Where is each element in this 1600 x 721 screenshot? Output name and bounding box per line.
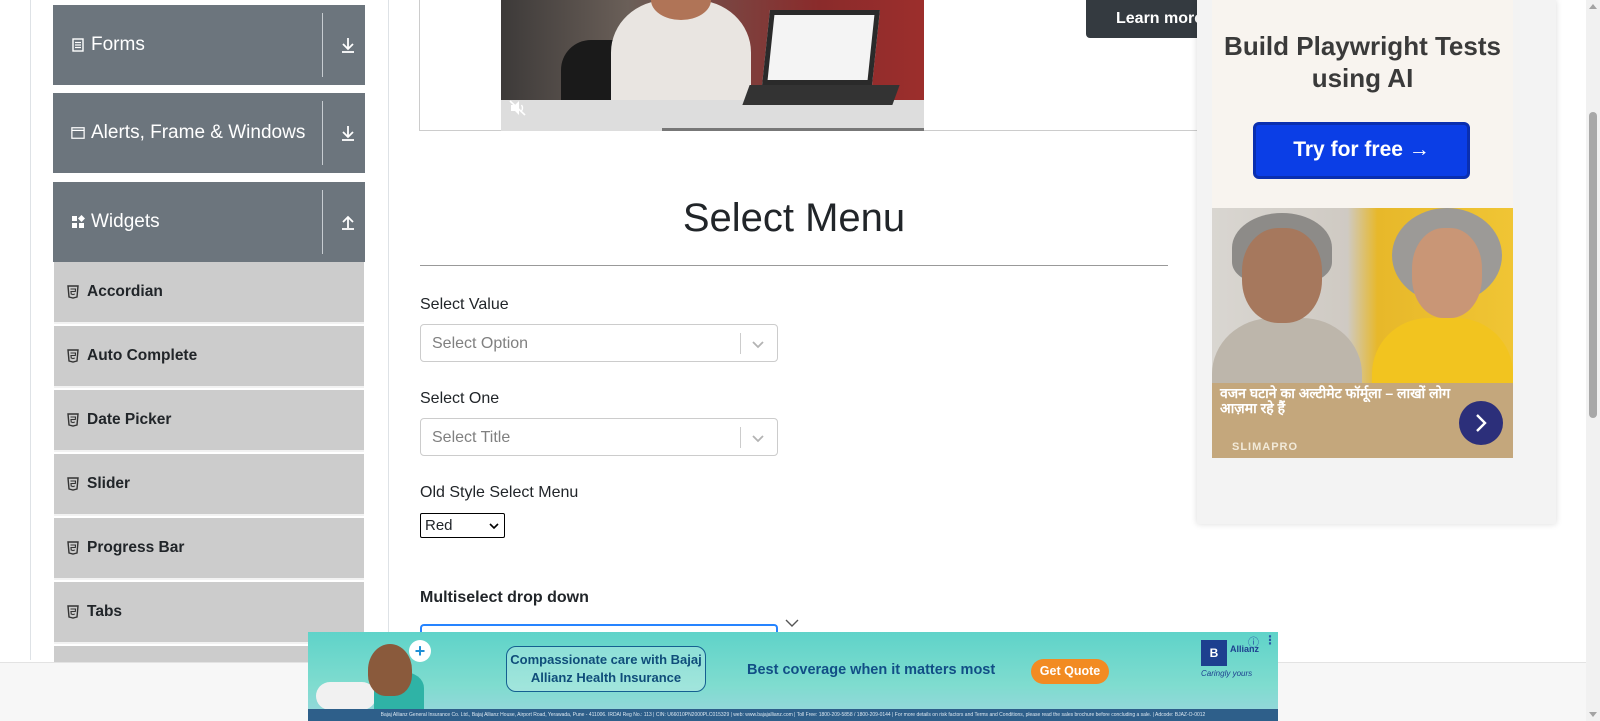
- divider: [322, 13, 323, 77]
- medical-cross-icon: +: [409, 640, 431, 662]
- ad-nurse-head: [368, 644, 412, 696]
- get-quote-button[interactable]: Get Quote: [1031, 659, 1109, 684]
- scroll-thumb[interactable]: [1589, 112, 1597, 418]
- content-border: [388, 0, 389, 660]
- title-divider: [420, 265, 1168, 266]
- sidebar-item-label: Tabs: [87, 603, 123, 620]
- sidebar-item-date-picker[interactable]: Date Picker: [54, 390, 364, 452]
- form-icon: [71, 38, 85, 52]
- chevron-down-icon[interactable]: [748, 334, 768, 354]
- select-one-label: Select One: [420, 390, 500, 407]
- divider: [322, 101, 323, 165]
- chevron-right-icon[interactable]: [1459, 401, 1503, 445]
- video-ad[interactable]: [501, 0, 924, 131]
- select-one-dropdown[interactable]: Select Title: [420, 418, 778, 456]
- photo-person-left-face: [1242, 228, 1322, 323]
- expand-arrow-icon[interactable]: [336, 32, 360, 58]
- collapse-arrow-icon[interactable]: [336, 209, 360, 235]
- select-value-label: Select Value: [420, 296, 509, 313]
- divider: [740, 427, 741, 448]
- widgets-icon: [71, 215, 85, 229]
- sidebar-item-label: Slider: [87, 475, 131, 492]
- sidebar-item-auto-complete[interactable]: Auto Complete: [54, 326, 364, 388]
- sidebar-item-label: Date Picker: [87, 411, 172, 428]
- try-for-free-button[interactable]: Try for free →: [1253, 122, 1470, 179]
- right-ad-brand: SLIMAPRO: [1232, 441, 1299, 453]
- video-laptop: [762, 10, 880, 85]
- page-title: Select Menu: [682, 196, 906, 240]
- video-progress-fill: [501, 128, 662, 131]
- html5-icon: [67, 541, 79, 555]
- caret-down-icon: [488, 519, 500, 533]
- chevron-down-icon[interactable]: [783, 616, 801, 630]
- info-icon[interactable]: ⓘ: [1248, 634, 1259, 650]
- select-value-dropdown[interactable]: Select Option: [420, 324, 778, 362]
- html5-icon: [67, 285, 79, 299]
- scroll-down-arrow-icon[interactable]: [1589, 712, 1597, 717]
- page: Forms Alerts, Frame & Windows Widgets Ac…: [0, 0, 1600, 721]
- expand-arrow-icon[interactable]: [336, 120, 360, 146]
- ad-patient-illustration: [316, 682, 376, 710]
- sidebar-item-label: Progress Bar: [87, 539, 185, 556]
- right-ad-title: Build Playwright Tests using AI: [1224, 31, 1501, 93]
- sidebar-item-accordian[interactable]: Accordian: [54, 262, 364, 324]
- bottom-banner-ad[interactable]: + Compassionate care with Bajaj Allianz …: [308, 632, 1278, 721]
- sidebar-item-progress-bar[interactable]: Progress Bar: [54, 518, 364, 580]
- right-ad-caption: वजन घटाने का अल्टीमेट फॉर्मूला – लाखों ल…: [1220, 385, 1451, 416]
- old-style-value: Red: [425, 517, 453, 534]
- old-style-label: Old Style Select Menu: [420, 484, 579, 501]
- scroll-up-arrow-icon[interactable]: [1589, 4, 1597, 9]
- sidebar-item-slider[interactable]: Slider: [54, 454, 364, 516]
- ad-fine-print: Bajaj Allianz General Insurance Co. Ltd.…: [308, 709, 1278, 721]
- bajaj-logo: B: [1201, 640, 1227, 666]
- video-laptop-base: [742, 85, 900, 105]
- old-style-select[interactable]: Red: [420, 513, 505, 538]
- page-scrollbar[interactable]: [1586, 0, 1600, 721]
- select-one-placeholder: Select Title: [432, 429, 511, 446]
- sidebar-group-label: Forms: [91, 34, 145, 55]
- more-options-icon[interactable]: ⋮: [1264, 633, 1276, 647]
- divider: [740, 333, 741, 354]
- multiselect-label: Multiselect drop down: [420, 589, 589, 606]
- sidebar-group-forms[interactable]: Forms: [53, 5, 365, 85]
- sidebar-item-label: Accordian: [87, 283, 163, 300]
- ad-tagline: Best coverage when it matters most: [747, 662, 996, 678]
- chevron-down-icon[interactable]: [748, 428, 768, 448]
- sidebar-item-label: Auto Complete: [87, 347, 198, 364]
- html5-icon: [67, 413, 79, 427]
- sidebar-group-widgets[interactable]: Widgets: [53, 182, 365, 262]
- window-icon: [71, 126, 85, 140]
- sidebar-border: [30, 0, 31, 660]
- ad-headline-box: Compassionate care with Bajaj Allianz He…: [506, 646, 706, 692]
- html5-icon: [67, 477, 79, 491]
- ad-slogan: Caringly yours: [1201, 669, 1253, 678]
- html5-icon: [67, 349, 79, 363]
- mute-icon[interactable]: [509, 100, 527, 119]
- right-ad-photo[interactable]: वजन घटाने का अल्टीमेट फॉर्मूला – लाखों ल…: [1212, 208, 1513, 458]
- divider: [322, 190, 323, 254]
- sidebar-group-label: Alerts, Frame & Windows: [91, 122, 306, 143]
- select-value-placeholder: Select Option: [432, 335, 529, 352]
- photo-person-right-face: [1412, 228, 1482, 318]
- sidebar-group-alerts[interactable]: Alerts, Frame & Windows: [53, 93, 365, 173]
- sidebar-group-label: Widgets: [91, 211, 160, 232]
- html5-icon: [67, 605, 79, 619]
- right-ad[interactable]: Build Playwright Tests using AI Try for …: [1197, 0, 1556, 524]
